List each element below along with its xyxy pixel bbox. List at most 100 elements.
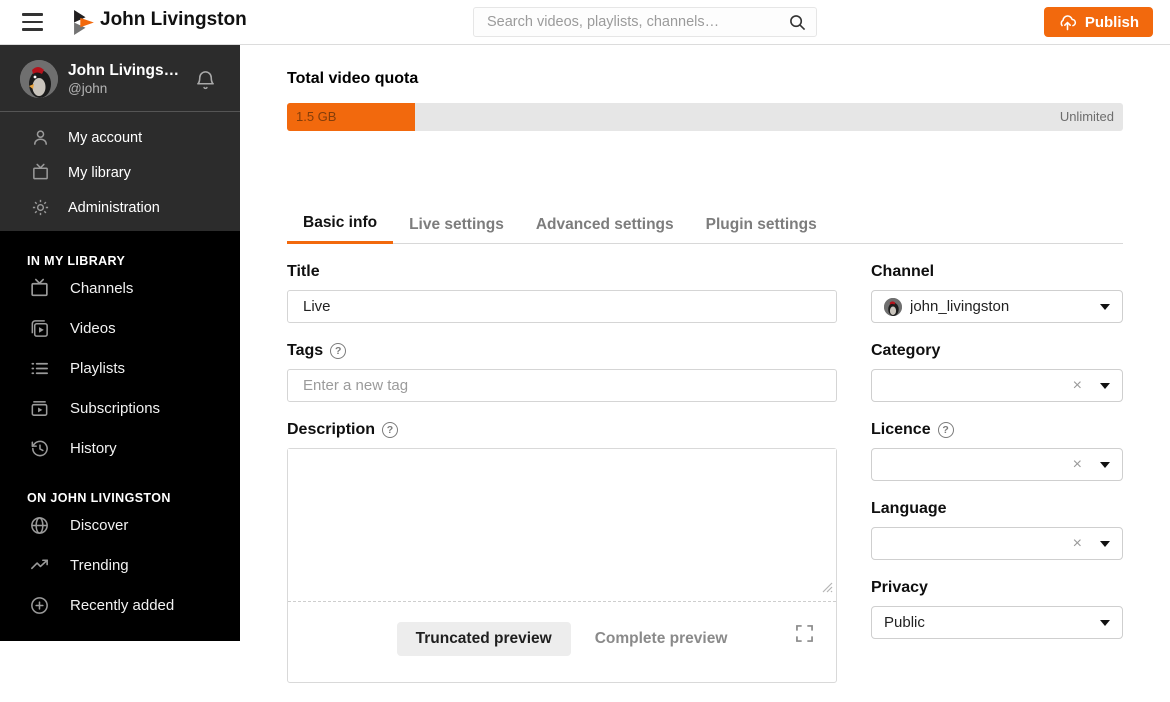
title-field-group: Title <box>287 263 837 323</box>
sidebar-item-recently-added[interactable]: Recently added <box>0 585 240 625</box>
sidebar-item-playlists[interactable]: Playlists <box>0 348 240 388</box>
user-handle: @john <box>68 81 108 96</box>
peertube-logo <box>74 10 96 40</box>
category-label: Category <box>871 342 1123 360</box>
section-title: ON JOHN LIVINGSTON <box>27 491 171 505</box>
top-header: John Livingston Publish <box>0 0 1170 45</box>
menu-icon[interactable] <box>22 13 43 31</box>
search-box <box>473 7 817 37</box>
licence-field-group: Licence ? × <box>871 421 1123 481</box>
sidebar-item-trending[interactable]: Trending <box>0 545 240 585</box>
tv-icon <box>29 162 51 184</box>
sidebar-item-label: Channels <box>70 279 134 297</box>
sidebar: John Livings… @john My account My librar… <box>0 45 240 641</box>
title-label: Title <box>287 263 837 281</box>
videos-icon <box>28 317 50 339</box>
form-left-column: Title Tags ? Description ? <box>287 263 837 702</box>
description-label: Description ? <box>287 421 837 439</box>
trending-icon <box>28 554 50 576</box>
sidebar-item-label: My library <box>68 164 131 181</box>
language-label: Language <box>871 500 1123 518</box>
clear-icon[interactable]: × <box>1073 377 1082 394</box>
sidebar-item-administration[interactable]: Administration <box>0 190 240 225</box>
channel-label: Channel <box>871 263 1123 281</box>
sidebar-item-label: Discover <box>70 516 129 534</box>
tab-live-settings[interactable]: Live settings <box>393 209 520 244</box>
language-label-text: Language <box>871 500 947 517</box>
user-names: John Livings… @john <box>68 62 195 96</box>
quota-limit-label: Unlimited <box>1059 109 1114 124</box>
playlist-icon <box>28 357 50 379</box>
gear-icon <box>29 197 51 219</box>
sidebar-item-videos[interactable]: Videos <box>0 308 240 348</box>
help-icon[interactable]: ? <box>937 422 954 438</box>
quota-progressbar: 1.5 GB Unlimited <box>287 103 1123 131</box>
publish-label: Publish <box>1084 13 1139 31</box>
sidebar-item-subscriptions[interactable]: Subscriptions <box>0 388 240 428</box>
sidebar-section-in-my-library: IN MY LIBRARY Channels Videos Playlists … <box>0 231 240 468</box>
avatar[interactable] <box>20 60 58 98</box>
quota-title: Total video quota <box>287 70 419 87</box>
globe-icon <box>28 514 50 536</box>
plus-circle-icon <box>28 594 50 616</box>
title-label-text: Title <box>287 263 320 280</box>
search-input[interactable] <box>474 14 789 30</box>
sidebar-item-label: Playlists <box>70 359 126 377</box>
clear-icon[interactable]: × <box>1073 535 1082 552</box>
privacy-select[interactable]: Public <box>871 606 1123 639</box>
history-icon <box>28 437 50 459</box>
description-label-text: Description <box>287 421 376 438</box>
sidebar-section-on-instance: ON JOHN LIVINGSTON Discover Trending Rec… <box>0 468 240 625</box>
search-icon[interactable] <box>789 14 806 31</box>
tags-input[interactable] <box>287 369 837 402</box>
sidebar-item-history[interactable]: History <box>0 428 240 468</box>
privacy-label-text: Privacy <box>871 579 928 596</box>
channel-select[interactable]: john_livingston <box>871 290 1123 323</box>
licence-label-text: Licence <box>871 421 931 438</box>
sidebar-item-label: Recently added <box>70 596 175 614</box>
user-block[interactable]: John Livings… @john <box>0 45 240 112</box>
clear-icon[interactable]: × <box>1073 456 1082 473</box>
licence-label: Licence ? <box>871 421 1123 439</box>
fullscreen-icon[interactable] <box>796 625 813 642</box>
description-field-group: Description ? Truncated preview Complete… <box>287 421 837 683</box>
instance-title[interactable]: John Livingston <box>100 9 247 31</box>
channel-value: john_livingston <box>910 298 1010 315</box>
licence-select[interactable]: × <box>871 448 1123 481</box>
tab-basic-info[interactable]: Basic info <box>287 209 394 244</box>
privacy-label: Privacy <box>871 579 1123 597</box>
user-icon <box>29 127 51 149</box>
help-icon[interactable]: ? <box>382 422 399 438</box>
tags-label-text: Tags <box>287 342 324 359</box>
sidebar-item-label: Administration <box>68 199 160 216</box>
tab-advanced-settings[interactable]: Advanced settings <box>520 209 690 244</box>
tv-icon <box>28 277 50 299</box>
sidebar-item-discover[interactable]: Discover <box>0 505 240 545</box>
tab-plugin-settings[interactable]: Plugin settings <box>690 209 833 244</box>
category-select[interactable]: × <box>871 369 1123 402</box>
sidebar-item-label: Videos <box>70 319 116 337</box>
category-field-group: Category × <box>871 342 1123 402</box>
sidebar-item-channels[interactable]: Channels <box>0 268 240 308</box>
caret-down-icon <box>1100 619 1110 626</box>
title-input[interactable] <box>287 290 837 323</box>
caret-down-icon <box>1100 540 1110 547</box>
description-textarea[interactable] <box>288 449 836 601</box>
form-right-column: Channel john_livingston Category × Licen… <box>871 263 1123 702</box>
privacy-value: Public <box>884 614 925 631</box>
resize-handle-icon[interactable] <box>822 580 833 598</box>
language-select[interactable]: × <box>871 527 1123 560</box>
channel-avatar <box>884 297 902 316</box>
sidebar-item-my-account[interactable]: My account <box>0 120 240 155</box>
bell-icon[interactable] <box>195 68 216 91</box>
publish-button[interactable]: Publish <box>1043 7 1153 37</box>
description-editor: Truncated preview Complete preview <box>287 448 837 683</box>
language-field-group: Language × <box>871 500 1123 560</box>
sidebar-item-label: My account <box>68 129 143 146</box>
sidebar-item-my-library[interactable]: My library <box>0 155 240 190</box>
help-icon[interactable]: ? <box>330 343 347 359</box>
complete-preview-button[interactable]: Complete preview <box>595 630 728 648</box>
truncated-preview-button[interactable]: Truncated preview <box>396 622 571 656</box>
caret-down-icon <box>1100 461 1110 468</box>
basic-info-form: Title Tags ? Description ? <box>287 263 1123 702</box>
